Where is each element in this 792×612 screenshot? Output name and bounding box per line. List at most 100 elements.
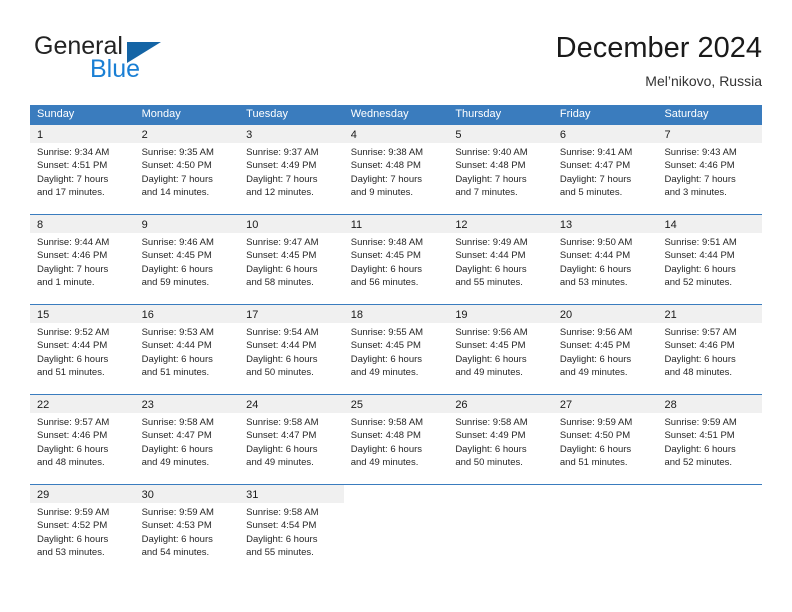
day-cell[interactable]: 19 Sunrise: 9:56 AM Sunset: 4:45 PM Dayl…: [448, 305, 553, 394]
day-number-band: 1: [30, 125, 135, 143]
day-cell[interactable]: 4 Sunrise: 9:38 AM Sunset: 4:48 PM Dayli…: [343, 125, 449, 214]
day-cell[interactable]: 31 Sunrise: 9:58 AM Sunset: 4:54 PM Dayl…: [239, 485, 344, 574]
day-number-band: 7: [657, 125, 763, 143]
day-cell-empty: [344, 485, 449, 574]
sunset-line: Sunset: 4:46 PM: [37, 430, 108, 442]
day-number: 2: [141, 129, 148, 141]
day-cell[interactable]: 16 Sunrise: 9:53 AM Sunset: 4:44 PM Dayl…: [134, 305, 240, 394]
day-cell[interactable]: 17 Sunrise: 9:54 AM Sunset: 4:44 PM Dayl…: [239, 305, 344, 394]
day-cell[interactable]: 5 Sunrise: 9:40 AM Sunset: 4:48 PM Dayli…: [448, 125, 553, 214]
daylight-line-1: Daylight: 7 hours: [664, 173, 736, 185]
sunset-line: Sunset: 4:47 PM: [141, 430, 212, 442]
day-cell[interactable]: 6 Sunrise: 9:41 AM Sunset: 4:47 PM Dayli…: [552, 125, 658, 214]
daylight-line-1: Daylight: 6 hours: [37, 533, 109, 545]
daylight-line-2: and 49 minutes.: [350, 457, 419, 469]
day-details: Sunrise: 9:48 AM Sunset: 4:45 PM Dayligh…: [344, 233, 449, 290]
sunset-line: Sunset: 4:44 PM: [246, 340, 317, 352]
day-cell[interactable]: 7 Sunrise: 9:43 AM Sunset: 4:46 PM Dayli…: [657, 125, 763, 214]
day-cell[interactable]: 18 Sunrise: 9:55 AM Sunset: 4:45 PM Dayl…: [343, 305, 449, 394]
daylight-line-1: Daylight: 6 hours: [141, 533, 213, 545]
daylight-line-1: Daylight: 6 hours: [246, 353, 318, 365]
day-cell[interactable]: 20 Sunrise: 9:56 AM Sunset: 4:45 PM Dayl…: [552, 305, 658, 394]
sunset-line: Sunset: 4:44 PM: [664, 250, 735, 262]
day-cell[interactable]: 26 Sunrise: 9:58 AM Sunset: 4:49 PM Dayl…: [448, 395, 553, 484]
day-number-band: 23: [134, 395, 240, 413]
sunrise-line: Sunrise: 9:40 AM: [455, 147, 528, 158]
day-number-band: 4: [343, 125, 449, 143]
sunset-line: Sunset: 4:54 PM: [246, 520, 317, 532]
daylight-line-2: and 1 minute.: [37, 277, 95, 289]
day-cell[interactable]: 27 Sunrise: 9:59 AM Sunset: 4:50 PM Dayl…: [552, 395, 658, 484]
day-number: 15: [37, 309, 50, 321]
sunset-line: Sunset: 4:44 PM: [37, 340, 108, 352]
sunrise-line: Sunrise: 9:59 AM: [37, 507, 110, 518]
daylight-line-2: and 9 minutes.: [350, 187, 414, 199]
daylight-line-2: and 14 minutes.: [141, 187, 210, 199]
day-cell[interactable]: 11 Sunrise: 9:48 AM Sunset: 4:45 PM Dayl…: [343, 215, 449, 304]
sunset-line: Sunset: 4:48 PM: [350, 430, 421, 442]
sunrise-line: Sunrise: 9:58 AM: [350, 417, 424, 428]
daylight-line-2: and 59 minutes.: [141, 277, 210, 289]
day-number: 5: [455, 129, 462, 141]
general-blue-logo[interactable]: General Blue: [30, 30, 250, 88]
day-cell[interactable]: 25 Sunrise: 9:58 AM Sunset: 4:48 PM Dayl…: [343, 395, 449, 484]
sunrise-line: Sunrise: 9:59 AM: [559, 417, 633, 428]
day-details: Sunrise: 9:53 AM Sunset: 4:44 PM Dayligh…: [135, 323, 240, 380]
daylight-line-1: Daylight: 6 hours: [246, 533, 318, 545]
daylight-line-1: Daylight: 7 hours: [37, 263, 109, 275]
day-cell[interactable]: 14 Sunrise: 9:51 AM Sunset: 4:44 PM Dayl…: [657, 215, 763, 304]
day-cell[interactable]: 22 Sunrise: 9:57 AM Sunset: 4:46 PM Dayl…: [30, 395, 135, 484]
day-number-band: 31: [239, 485, 344, 503]
daylight-line-1: Daylight: 6 hours: [559, 263, 632, 275]
daylight-line-1: Daylight: 7 hours: [141, 173, 213, 185]
daylight-line-2: and 55 minutes.: [246, 547, 314, 559]
day-number-band: 16: [134, 305, 240, 323]
day-number-band: [553, 485, 658, 503]
day-details: Sunrise: 9:58 AM Sunset: 4:54 PM Dayligh…: [239, 503, 344, 560]
day-cell[interactable]: 12 Sunrise: 9:49 AM Sunset: 4:44 PM Dayl…: [448, 215, 553, 304]
daylight-line-2: and 49 minutes.: [246, 457, 314, 469]
sunset-line: Sunset: 4:46 PM: [37, 250, 108, 262]
sunset-line: Sunset: 4:45 PM: [350, 250, 421, 262]
week-row: 1 Sunrise: 9:34 AM Sunset: 4:51 PM Dayli…: [30, 124, 763, 214]
day-number: 14: [664, 219, 677, 231]
day-details: Sunrise: 9:55 AM Sunset: 4:45 PM Dayligh…: [344, 323, 449, 380]
sunrise-line: Sunrise: 9:58 AM: [246, 417, 319, 428]
sunrise-line: Sunrise: 9:57 AM: [37, 417, 110, 428]
day-cell[interactable]: 29 Sunrise: 9:59 AM Sunset: 4:52 PM Dayl…: [30, 485, 135, 574]
page-header: General Blue December 2024 Mel’nikovo, R…: [30, 30, 762, 92]
day-cell[interactable]: 21 Sunrise: 9:57 AM Sunset: 4:46 PM Dayl…: [657, 305, 763, 394]
day-cell[interactable]: 10 Sunrise: 9:47 AM Sunset: 4:45 PM Dayl…: [239, 215, 344, 304]
weekday-header-monday: Monday: [141, 108, 181, 120]
day-number-band: 6: [552, 125, 658, 143]
weekday-header-friday: Friday: [559, 108, 591, 120]
day-details: Sunrise: 9:54 AM Sunset: 4:44 PM Dayligh…: [239, 323, 344, 380]
daylight-line-1: Daylight: 6 hours: [37, 443, 109, 455]
day-cell[interactable]: 28 Sunrise: 9:59 AM Sunset: 4:51 PM Dayl…: [657, 395, 763, 484]
day-number-band: 29: [30, 485, 135, 503]
day-cell[interactable]: 13 Sunrise: 9:50 AM Sunset: 4:44 PM Dayl…: [552, 215, 658, 304]
logo-text-blue: Blue: [90, 55, 141, 83]
day-cell[interactable]: 3 Sunrise: 9:37 AM Sunset: 4:49 PM Dayli…: [239, 125, 344, 214]
day-cell[interactable]: 15 Sunrise: 9:52 AM Sunset: 4:44 PM Dayl…: [30, 305, 135, 394]
day-cell[interactable]: 8 Sunrise: 9:44 AM Sunset: 4:46 PM Dayli…: [30, 215, 135, 304]
daylight-line-1: Daylight: 6 hours: [350, 263, 423, 275]
day-number: 13: [559, 219, 573, 231]
day-number: 24: [246, 399, 259, 411]
day-cell[interactable]: 2 Sunrise: 9:35 AM Sunset: 4:50 PM Dayli…: [134, 125, 240, 214]
day-cell[interactable]: 1 Sunrise: 9:34 AM Sunset: 4:51 PM Dayli…: [30, 125, 135, 214]
daylight-line-2: and 55 minutes.: [455, 277, 523, 289]
daylight-line-1: Daylight: 6 hours: [141, 443, 213, 455]
day-cell[interactable]: 24 Sunrise: 9:58 AM Sunset: 4:47 PM Dayl…: [239, 395, 344, 484]
day-cell[interactable]: 9 Sunrise: 9:46 AM Sunset: 4:45 PM Dayli…: [134, 215, 240, 304]
sunrise-line: Sunrise: 9:57 AM: [664, 327, 737, 338]
day-cell[interactable]: 30 Sunrise: 9:59 AM Sunset: 4:53 PM Dayl…: [134, 485, 240, 574]
day-cell[interactable]: 23 Sunrise: 9:58 AM Sunset: 4:47 PM Dayl…: [134, 395, 240, 484]
sunset-line: Sunset: 4:44 PM: [559, 250, 631, 262]
sunset-line: Sunset: 4:53 PM: [141, 520, 212, 532]
sunrise-line: Sunrise: 9:41 AM: [559, 147, 633, 158]
day-details: Sunrise: 9:35 AM Sunset: 4:50 PM Dayligh…: [135, 143, 240, 200]
day-number: 18: [350, 309, 363, 321]
day-number-band: 17: [239, 305, 344, 323]
sunrise-line: Sunrise: 9:56 AM: [455, 327, 528, 338]
